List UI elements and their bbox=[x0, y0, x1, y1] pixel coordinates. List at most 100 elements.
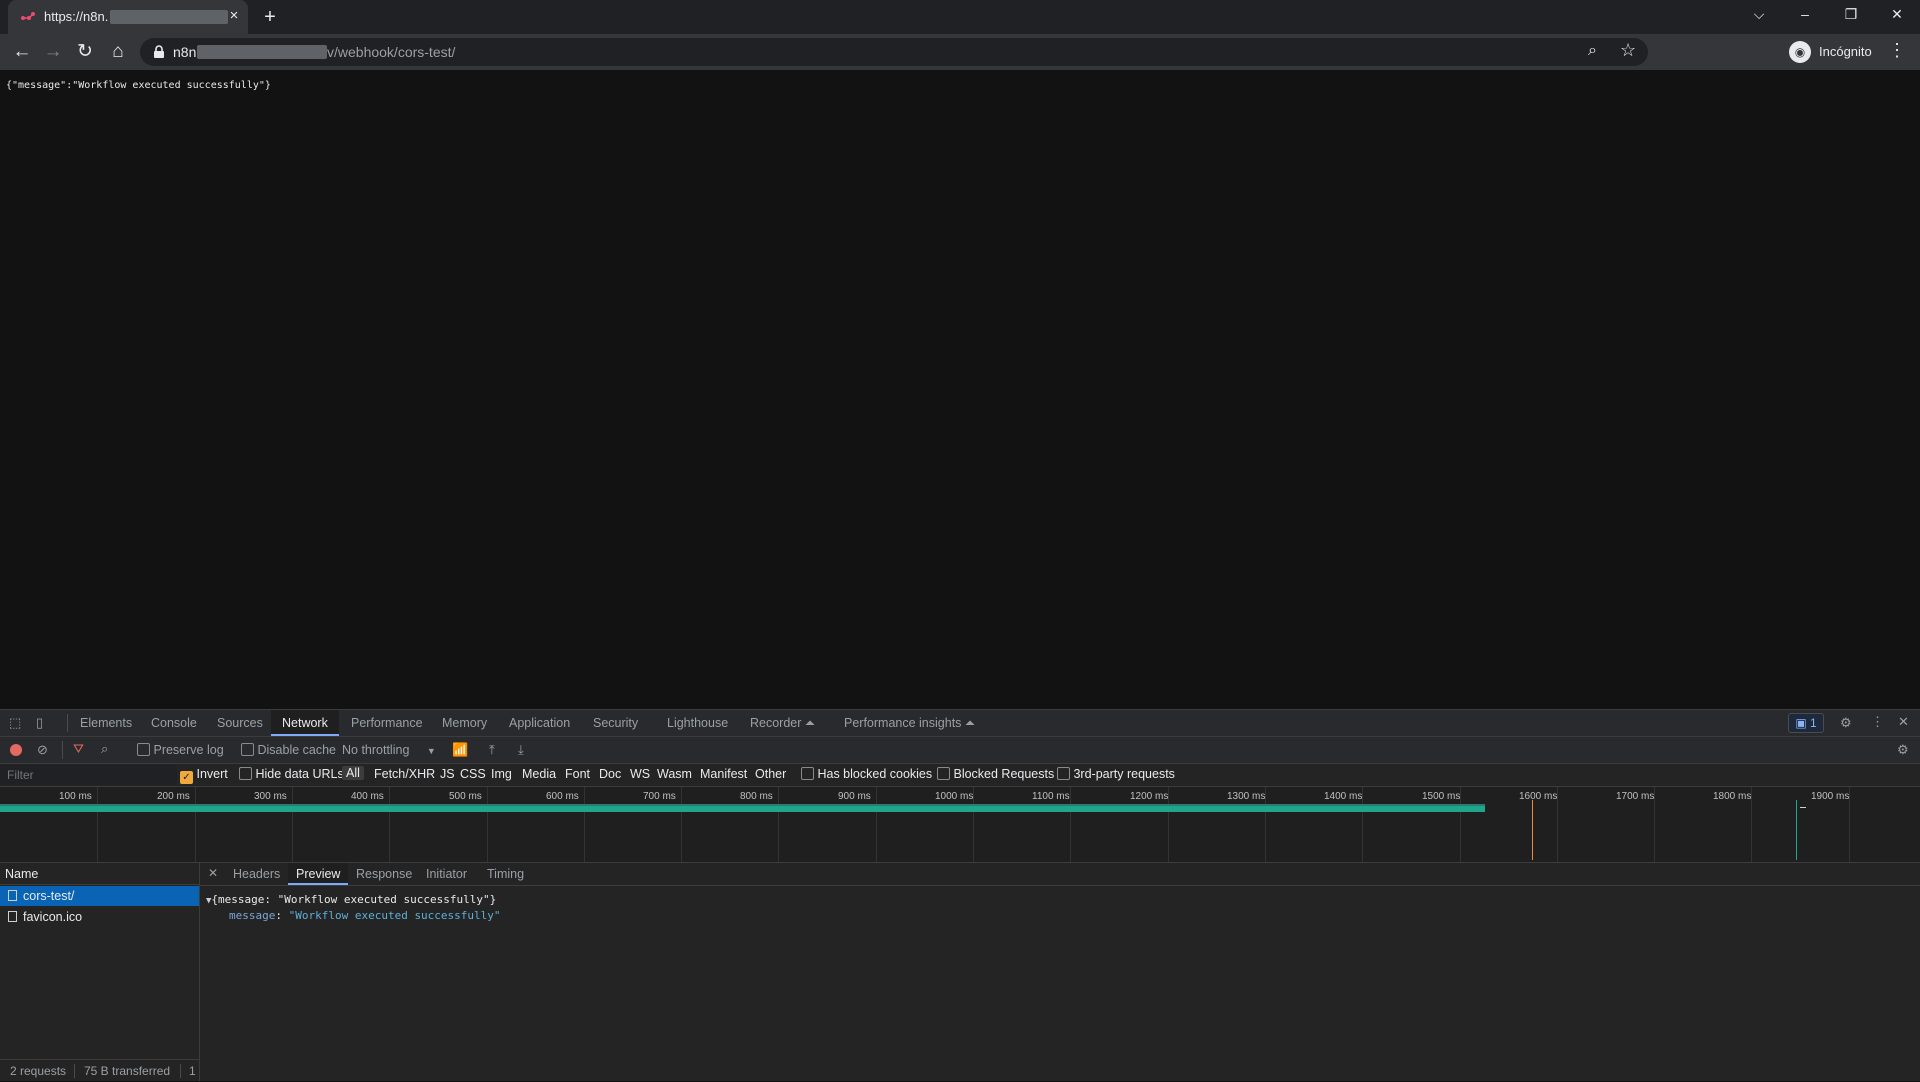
timeline-grid-line bbox=[876, 787, 877, 862]
filter-input[interactable] bbox=[0, 765, 177, 785]
network-conditions-icon[interactable]: 📶 bbox=[452, 742, 468, 758]
profile-label[interactable]: Incógnito bbox=[1819, 44, 1872, 59]
export-har-icon[interactable]: ⤓ bbox=[518, 742, 524, 758]
third-party-checkbox[interactable]: 3rd-party requests bbox=[1057, 767, 1175, 781]
tab-sources[interactable]: Sources bbox=[206, 710, 274, 736]
tab-performance[interactable]: Performance bbox=[340, 710, 434, 736]
tab-headers[interactable]: Headers bbox=[225, 863, 288, 885]
type-filter-ws[interactable]: WS bbox=[630, 767, 650, 781]
dropdown-arrow-icon: ▼ bbox=[426, 746, 436, 756]
type-filter-css[interactable]: CSS bbox=[460, 767, 486, 781]
tab-initiator[interactable]: Initiator bbox=[418, 863, 475, 885]
name-column-header[interactable]: Name bbox=[0, 863, 199, 885]
tab-search-icon[interactable]: ⌵ bbox=[1736, 0, 1782, 34]
close-devtools-icon[interactable]: ✕ bbox=[1898, 714, 1909, 730]
type-filter-img[interactable]: Img bbox=[491, 767, 512, 781]
timeline-tick-label: 1300 ms bbox=[1227, 791, 1266, 802]
new-tab-button[interactable]: + bbox=[258, 6, 282, 28]
tab-preview[interactable]: Preview bbox=[288, 863, 349, 885]
request-row-cors-test[interactable]: cors-test/ bbox=[0, 886, 199, 906]
disable-cache-checkbox[interactable]: Disable cache bbox=[241, 743, 336, 757]
disable-cache-label: Disable cache bbox=[257, 743, 336, 757]
filter-funnel-icon[interactable]: ⛛ bbox=[73, 741, 84, 757]
timeline-tick-label: 100 ms bbox=[59, 791, 92, 802]
json-root-node[interactable]: ▼{message: "Workflow executed successful… bbox=[206, 893, 496, 906]
network-settings-gear-icon[interactable]: ⚙ bbox=[1897, 742, 1909, 758]
settings-gear-icon[interactable]: ⚙ bbox=[1840, 715, 1852, 731]
timeline-tick-label: 1600 ms bbox=[1519, 791, 1558, 802]
tab-response[interactable]: Response bbox=[348, 863, 420, 885]
tab-security[interactable]: Security bbox=[582, 710, 649, 736]
clear-icon[interactable]: ⊘ bbox=[37, 742, 48, 758]
address-bar[interactable]: n8n. v/webhook/cors-test/ ⌕ ☆ bbox=[140, 38, 1648, 66]
hide-data-urls-checkbox[interactable]: Hide data URLs bbox=[239, 767, 344, 781]
forward-arrow-icon[interactable]: → bbox=[39, 39, 67, 65]
file-icon bbox=[8, 911, 17, 922]
type-filter-media[interactable]: Media bbox=[522, 767, 556, 781]
tab-network[interactable]: Network bbox=[271, 710, 339, 736]
more-options-icon[interactable]: ⋮ bbox=[1871, 714, 1884, 730]
invert-checkbox[interactable]: ✓ Invert bbox=[180, 767, 228, 784]
tab-application[interactable]: Application bbox=[498, 710, 581, 736]
type-filter-wasm[interactable]: Wasm bbox=[657, 767, 692, 781]
restore-button[interactable]: ❐ bbox=[1828, 0, 1874, 34]
minimize-button[interactable]: – bbox=[1782, 0, 1828, 34]
request-waterfall-bar bbox=[0, 804, 1485, 812]
browser-tab[interactable]: https://n8n. × bbox=[8, 0, 248, 34]
detail-tabbar: ✕ Headers Preview Response Initiator Tim… bbox=[200, 863, 1920, 886]
tab-memory[interactable]: Memory bbox=[431, 710, 498, 736]
favicon-request-mark bbox=[1800, 807, 1806, 808]
checkbox-box: ✓ bbox=[180, 771, 193, 784]
close-window-button[interactable]: ✕ bbox=[1874, 0, 1920, 34]
hide-data-urls-label: Hide data URLs bbox=[255, 767, 344, 781]
tab-performance-insights[interactable]: Performance insights ⏶ bbox=[833, 710, 986, 736]
tab-console[interactable]: Console bbox=[140, 710, 208, 736]
type-filter-other[interactable]: Other bbox=[755, 767, 786, 781]
type-filter-doc[interactable]: Doc bbox=[599, 767, 621, 781]
type-filter-font[interactable]: Font bbox=[565, 767, 590, 781]
tab-timing[interactable]: Timing bbox=[479, 863, 532, 885]
type-filter-js[interactable]: JS bbox=[440, 767, 455, 781]
blocked-requests-label: Blocked Requests bbox=[953, 767, 1055, 781]
preserve-log-checkbox[interactable]: Preserve log bbox=[137, 743, 224, 757]
type-filter-fetch-xhr[interactable]: Fetch/XHR bbox=[374, 767, 435, 781]
timeline-tick-label: 200 ms bbox=[157, 791, 190, 802]
divider bbox=[62, 741, 63, 759]
close-detail-icon[interactable]: ✕ bbox=[208, 866, 218, 880]
throttling-select[interactable]: No throttling ▼ bbox=[342, 743, 436, 757]
import-har-icon[interactable]: ⤒ bbox=[489, 742, 495, 758]
has-blocked-cookies-checkbox[interactable]: Has blocked cookies bbox=[801, 767, 932, 781]
type-filter-manifest[interactable]: Manifest bbox=[700, 767, 747, 781]
bookmark-star-icon[interactable]: ☆ bbox=[1620, 40, 1636, 61]
zoom-icon[interactable]: ⌕ bbox=[1588, 42, 1597, 60]
timeline-grid-line bbox=[292, 787, 293, 862]
divider bbox=[67, 714, 68, 732]
request-count: 2 requests bbox=[10, 1064, 67, 1078]
timeline-tick-label: 1100 ms bbox=[1032, 791, 1070, 802]
blocked-requests-checkbox[interactable]: Blocked Requests bbox=[937, 767, 1054, 781]
type-filter-all[interactable]: All bbox=[342, 766, 364, 780]
request-row-favicon[interactable]: favicon.ico bbox=[0, 907, 199, 927]
tab-lighthouse[interactable]: Lighthouse bbox=[656, 710, 739, 736]
home-icon[interactable]: ⌂ bbox=[104, 39, 132, 65]
incognito-icon[interactable]: ◉ bbox=[1789, 41, 1811, 63]
has-blocked-cookies-label: Has blocked cookies bbox=[817, 767, 933, 781]
network-status-bar: 2 requests 75 B transferred 1 bbox=[0, 1059, 199, 1082]
json-key: message bbox=[229, 909, 276, 922]
tab-close-icon[interactable]: × bbox=[224, 6, 244, 26]
back-arrow-icon[interactable]: ← bbox=[8, 39, 36, 65]
issues-badge[interactable]: ▣ 1 bbox=[1788, 713, 1824, 733]
tab-recorder[interactable]: Recorder ⏶ bbox=[739, 710, 826, 736]
reload-icon[interactable]: ↻ bbox=[71, 39, 99, 65]
tab-elements[interactable]: Elements bbox=[69, 710, 143, 736]
browser-menu-icon[interactable]: ⋮ bbox=[1888, 40, 1906, 61]
record-button[interactable] bbox=[10, 744, 22, 756]
inspect-element-icon[interactable]: ⬚ bbox=[9, 715, 21, 731]
timeline-tick-label: 1400 ms bbox=[1324, 791, 1363, 802]
network-overview-timeline[interactable]: 100 ms 200 ms 300 ms 400 ms 500 ms 600 ms 700 … bbox=[0, 787, 1920, 863]
search-icon[interactable]: ⌕ bbox=[101, 741, 108, 757]
timeline-tick-label: 600 ms bbox=[546, 791, 579, 802]
device-toolbar-icon[interactable]: ▯ bbox=[36, 715, 43, 731]
checkbox-box bbox=[801, 767, 814, 780]
n8n-favicon-icon bbox=[21, 12, 35, 20]
